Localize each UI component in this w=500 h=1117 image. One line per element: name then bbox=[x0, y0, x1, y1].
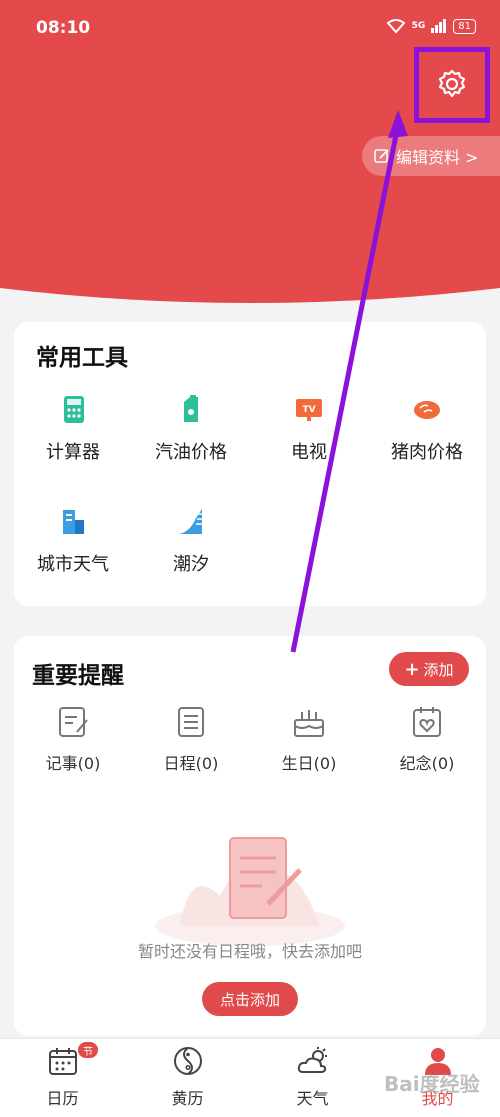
reminder-label: 记事(0) bbox=[45, 754, 101, 773]
reminder-note[interactable]: 记事(0) bbox=[14, 704, 132, 774]
calendar-icon bbox=[48, 1048, 77, 1075]
settings-button[interactable] bbox=[414, 47, 490, 123]
tool-label: 城市天气 bbox=[37, 554, 109, 575]
svg-text:TV: TV bbox=[302, 405, 315, 415]
wifi-icon bbox=[386, 19, 406, 34]
meat-icon bbox=[414, 401, 440, 419]
signal-icon bbox=[431, 19, 447, 33]
tab-label: 天气 bbox=[296, 1089, 329, 1108]
yin-yang-icon bbox=[173, 1047, 202, 1075]
tool-label: 潮汐 bbox=[173, 554, 209, 575]
profile-header: 08:10 5G 81 编辑资料 > bbox=[0, 0, 500, 310]
gear-icon bbox=[438, 69, 466, 98]
empty-schedule-text: 暂时还没有日程哦，快去添加吧 bbox=[137, 942, 362, 961]
tool-pork-price[interactable]: 猪肉价格 bbox=[368, 394, 486, 464]
tv-icon: TV bbox=[296, 399, 322, 421]
tide-icon bbox=[179, 509, 202, 534]
tab-label: 黄历 bbox=[171, 1089, 204, 1108]
tool-label: 计算器 bbox=[46, 442, 100, 463]
edit-profile-label: 编辑资料 > bbox=[396, 148, 479, 167]
click-add-button[interactable]: 点击添加 bbox=[202, 982, 298, 1016]
important-reminders-card: 重要提醒 + 添加 记事(0) 日程(0) 生日(0) 纪念(0) 暂时还没有日… bbox=[14, 636, 486, 1036]
birthday-cake-icon bbox=[294, 710, 324, 737]
battery-indicator: 81 bbox=[453, 18, 476, 34]
calculator-icon bbox=[64, 396, 84, 423]
calendar-badge: 节 bbox=[78, 1042, 98, 1058]
status-icons: 5G 81 bbox=[386, 18, 476, 34]
tab-calendar[interactable]: 日历 bbox=[0, 1045, 125, 1109]
reminder-anniversary[interactable]: 纪念(0) bbox=[368, 704, 486, 774]
tool-tv[interactable]: TV 电视 bbox=[250, 394, 368, 464]
reminders-title: 重要提醒 bbox=[32, 663, 124, 689]
edit-profile-button[interactable]: 编辑资料 > bbox=[362, 136, 500, 176]
add-reminder-label: 添加 bbox=[423, 660, 454, 679]
reminder-label: 生日(0) bbox=[281, 754, 337, 773]
tool-gas-price[interactable]: 汽油价格 bbox=[132, 394, 250, 464]
reminder-label: 纪念(0) bbox=[399, 754, 455, 773]
anniversary-icon bbox=[413, 707, 441, 737]
tool-tide[interactable]: 潮汐 bbox=[132, 506, 250, 576]
weather-icon bbox=[297, 1047, 327, 1073]
tab-label: 日历 bbox=[46, 1089, 79, 1108]
tool-city-weather[interactable]: 城市天气 bbox=[14, 506, 132, 576]
tool-label: 猪肉价格 bbox=[391, 442, 463, 463]
add-reminder-button[interactable]: + 添加 bbox=[389, 652, 469, 686]
reminder-schedule[interactable]: 日程(0) bbox=[132, 704, 250, 774]
tool-calculator[interactable]: 计算器 bbox=[14, 394, 132, 464]
tool-label: 汽油价格 bbox=[155, 442, 227, 463]
network-type: 5G bbox=[411, 21, 426, 31]
edit-icon bbox=[374, 149, 389, 163]
gas-can-icon bbox=[184, 395, 198, 422]
common-tools-card: 常用工具 计算器 汽油价格 TV 电视 猪肉价格 城市天气 潮汐 bbox=[14, 322, 486, 606]
tab-weather[interactable]: 天气 bbox=[250, 1045, 375, 1109]
tool-label: 电视 bbox=[291, 442, 327, 463]
common-tools-title: 常用工具 bbox=[36, 345, 128, 371]
reminder-label: 日程(0) bbox=[163, 754, 219, 773]
status-time: 08:10 bbox=[36, 18, 91, 38]
tab-almanac[interactable]: 黄历 bbox=[125, 1045, 250, 1109]
reminder-birthday[interactable]: 生日(0) bbox=[250, 704, 368, 774]
note-icon bbox=[59, 707, 88, 737]
plus-icon: + bbox=[404, 658, 420, 680]
schedule-icon bbox=[178, 707, 204, 737]
city-building-icon bbox=[63, 510, 84, 534]
watermark: Bai度经验 bbox=[384, 1072, 480, 1096]
empty-schedule-illustration bbox=[155, 837, 345, 946]
